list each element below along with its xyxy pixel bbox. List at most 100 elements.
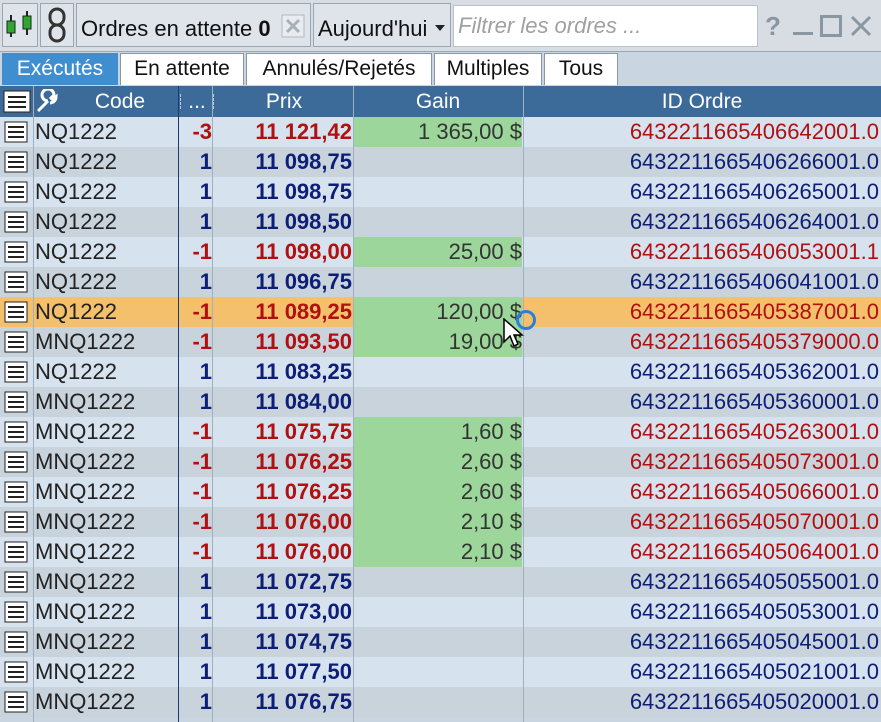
order-details-cell[interactable] [2,477,32,507]
order-details-icon[interactable] [4,511,28,533]
order-details-cell[interactable] [2,417,32,447]
order-details-icon[interactable] [4,151,28,173]
order-details-cell[interactable] [2,207,32,237]
table-row[interactable]: MNQ1222 -1 11 093,50 19,00 $ 643221166540537… [0,327,881,357]
price-cell: 11 098,75 [255,149,352,174]
order-details-cell[interactable] [2,627,32,657]
column-header-order-id[interactable]: ID Ordre [524,86,880,117]
column-header-side[interactable]: ... [181,86,213,117]
gain-cell: 2,60 $ [354,477,522,507]
minimize-icon[interactable] [792,16,814,38]
order-details-icon[interactable] [4,601,28,623]
gain-cell: 25,00 $ [354,237,522,267]
help-icon[interactable]: ? [765,11,781,42]
order-details-icon[interactable] [4,361,28,383]
column-header-price[interactable]: Prix [214,86,354,117]
table-row[interactable]: MNQ1222 1 11 073,00 6432211665405053001.0 [0,597,881,627]
order-details-icon[interactable] [4,181,28,203]
order-details-icon[interactable] [4,481,28,503]
gain-cell: 2,10 $ [354,537,522,567]
order-details-icon[interactable] [4,451,28,473]
order-details-cell[interactable] [2,447,32,477]
close-icon[interactable] [850,15,872,37]
order-details-cell[interactable] [2,297,32,327]
table-row[interactable]: MNQ1222 -1 11 076,00 2,10 $ 6432211665405070… [0,507,881,537]
price-cell: 11 076,25 [255,449,352,474]
order-details-icon[interactable] [4,571,28,593]
order-details-icon[interactable] [4,301,28,323]
code-cell: MNQ1222 [35,599,136,624]
filter-input[interactable] [454,6,757,46]
table-row[interactable]: MNQ1222 -1 11 076,00 2,10 $ 6432211665405064… [0,537,881,567]
wrench-icon[interactable] [34,89,62,115]
table-row[interactable]: NQ1222 1 11 083,25 6432211665405362001.0 [0,357,881,387]
table-row[interactable]: NQ1222 1 11 098,75 6432211665406265001.0 [0,177,881,207]
clear-icon[interactable] [281,14,305,38]
order-details-cell[interactable] [2,237,32,267]
order-details-cell[interactable] [2,327,32,357]
order-details-icon[interactable] [4,691,28,713]
order-details-cell[interactable] [2,357,32,387]
column-settings-icon[interactable] [3,89,33,115]
price-cell: 11 089,25 [255,299,352,324]
link-icon [48,7,66,43]
table-row[interactable]: MNQ1222 1 11 084,00 6432211665405360001.0 [0,387,881,417]
order-id-cell: 6432211665406266001.0 [629,149,879,174]
table-row[interactable]: MNQ1222 -1 11 076,25 2,60 $ 6432211665405066… [0,477,881,507]
maximize-icon[interactable] [820,15,842,37]
link-button[interactable] [40,3,74,47]
tab-multiples[interactable]: Multiples [434,53,542,85]
chart-button[interactable] [2,3,38,47]
order-details-icon[interactable] [4,541,28,563]
toolbar: Ordres en attente 0 Aujourd'hui ? [0,0,881,52]
table-row[interactable]: MNQ1222 1 11 076,75 6432211665405020001.0 [0,687,881,717]
pending-orders-button[interactable]: Ordres en attente 0 [76,3,311,47]
order-details-cell[interactable] [2,387,32,417]
period-dropdown[interactable]: Aujourd'hui [313,3,451,47]
column-header-gain[interactable]: Gain [354,86,522,117]
order-details-cell[interactable] [2,687,32,717]
tab-tous[interactable]: Tous [544,53,618,85]
table-row[interactable]: NQ1222 1 11 098,75 6432211665406266001.0 [0,147,881,177]
gain-cell [354,567,522,597]
tab-executes[interactable]: Exécutés [2,53,118,85]
price-cell: 11 098,75 [255,179,352,204]
tab-annules-rejetes[interactable]: Annulés/Rejetés [246,53,432,85]
order-details-cell[interactable] [2,507,32,537]
order-details-icon[interactable] [4,331,28,353]
filter-field[interactable] [453,5,758,47]
order-details-cell[interactable] [2,177,32,207]
order-details-cell[interactable] [2,567,32,597]
order-details-icon[interactable] [4,241,28,263]
order-details-cell[interactable] [2,657,32,687]
table-row[interactable]: MNQ1222 1 11 077,50 6432211665405021001.0 [0,657,881,687]
order-details-cell[interactable] [2,537,32,567]
table-row[interactable]: MNQ1222 1 11 074,75 6432211665405045001.0 [0,627,881,657]
tab-en-attente[interactable]: En attente [120,53,244,85]
table-row[interactable]: NQ1222 -1 11 089,25 120,00 $ 643221166540538… [0,297,881,327]
table-row[interactable]: MNQ1222 -1 11 075,75 1,60 $ 6432211665405263… [0,417,881,447]
order-details-icon[interactable] [4,121,28,143]
code-cell: NQ1222 [35,239,117,264]
table-row[interactable]: MNQ1222 -1 11 076,25 2,60 $ 6432211665405073… [0,447,881,477]
column-header-code[interactable]: Code [60,86,180,117]
chart-icon [6,11,32,37]
order-id-cell: 643221166540664200​1.0 [629,119,879,144]
order-details-icon[interactable] [4,391,28,413]
table-row[interactable]: NQ1222 1 11 098,50 6432211665406264001.0 [0,207,881,237]
table-row[interactable]: NQ1222 -3 11 121,42 1 365,00 $ 6432211665406… [0,117,881,147]
orders-table-body: NQ1222 -3 11 121,42 1 365,00 $ 6432211665406… [0,117,881,722]
order-details-icon[interactable] [4,271,28,293]
order-details-cell[interactable] [2,117,32,147]
order-details-cell[interactable] [2,147,32,177]
gain-cell [354,687,522,717]
order-details-cell[interactable] [2,267,32,297]
table-row[interactable]: NQ1222 1 11 096,75 6432211665406041001.0 [0,267,881,297]
order-details-icon[interactable] [4,421,28,443]
order-details-icon[interactable] [4,661,28,683]
order-details-cell[interactable] [2,597,32,627]
table-row[interactable]: MNQ1222 1 11 072,75 6432211665405055001.0 [0,567,881,597]
order-details-icon[interactable] [4,211,28,233]
table-row[interactable]: NQ1222 -1 11 098,00 25,00 $ 6432211665406053… [0,237,881,267]
order-details-icon[interactable] [4,631,28,653]
